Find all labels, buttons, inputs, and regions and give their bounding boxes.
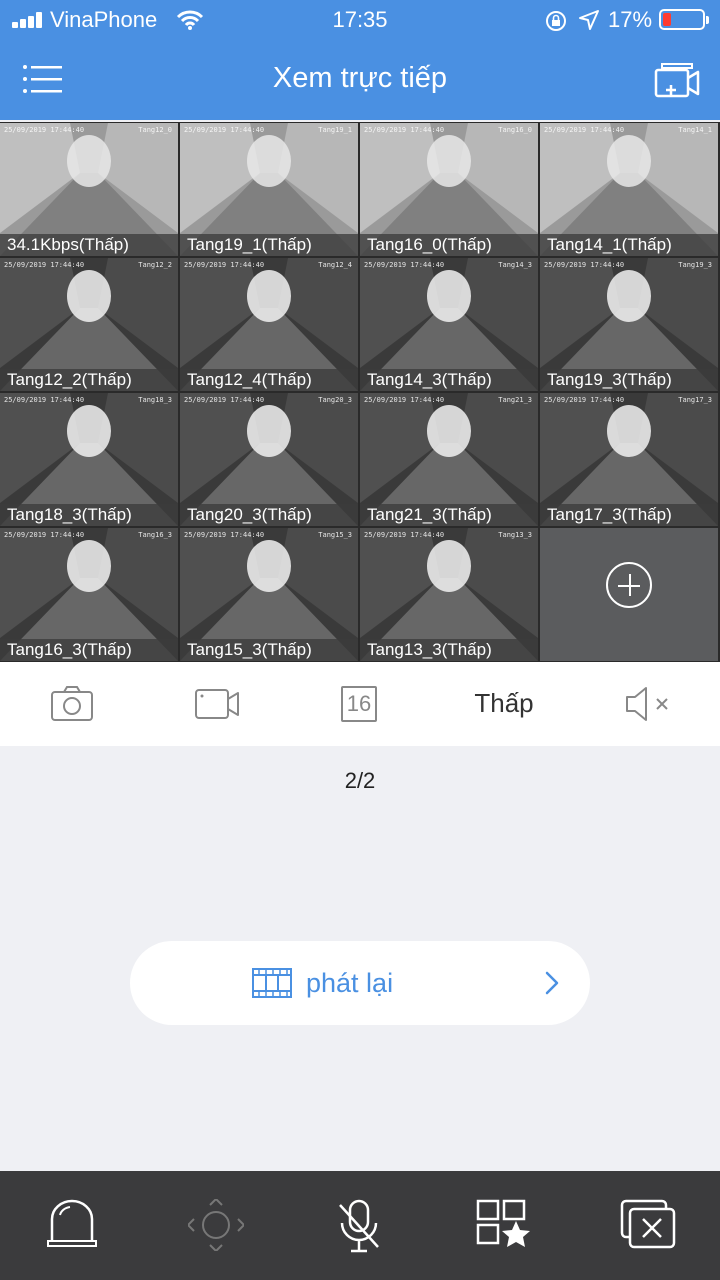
camera-timestamp: 25/09/2019 17:44:40 bbox=[4, 396, 85, 404]
live-toolbar: 16 Thấp bbox=[0, 662, 720, 746]
battery-percent: 17% bbox=[608, 7, 653, 32]
camera-osd-name: Tang14_3 bbox=[498, 261, 532, 269]
camera-osd-name: Tang12_4 bbox=[318, 261, 352, 269]
add-camera-icon[interactable] bbox=[652, 62, 702, 100]
camera-tile[interactable]: 25/09/2019 17:44:40 Tang20_3 Tang20_3(Thấp… bbox=[180, 393, 358, 526]
camera-label: Tang17_3(Thấp) bbox=[540, 504, 718, 526]
camera-timestamp: 25/09/2019 17:44:40 bbox=[184, 396, 265, 404]
status-bar: VinaPhone 17:35 17% bbox=[0, 0, 720, 40]
camera-osd-name: Tang13_3 bbox=[498, 531, 532, 539]
chevron-right-icon bbox=[545, 971, 559, 995]
favorites-icon[interactable] bbox=[476, 1199, 532, 1249]
camera-tile[interactable]: 25/09/2019 17:44:40 Tang16_3 Tang16_3(Thấp… bbox=[0, 528, 178, 661]
camera-timestamp: 25/09/2019 17:44:40 bbox=[184, 126, 265, 134]
camera-osd-name: Tang12_0 bbox=[138, 126, 172, 134]
battery-icon bbox=[659, 9, 709, 30]
camera-label: Tang21_3(Thấp) bbox=[360, 504, 538, 526]
camera-label: Tang14_3(Thấp) bbox=[360, 369, 538, 391]
camera-tile[interactable]: 25/09/2019 17:44:40 Tang18_3 Tang18_3(Thấp… bbox=[0, 393, 178, 526]
camera-label: Tang14_1(Thấp) bbox=[540, 234, 718, 256]
mic-off-icon[interactable] bbox=[336, 1199, 382, 1255]
bottom-control-bar bbox=[0, 1171, 720, 1280]
playback-button[interactable]: phát lại bbox=[130, 941, 590, 1025]
header-bar: VinaPhone 17:35 17% Xem trực tiếp bbox=[0, 0, 720, 120]
camera-label: 34.1Kbps(Thấp) bbox=[0, 234, 178, 256]
ptz-icon[interactable] bbox=[188, 1199, 244, 1251]
quality-toggle[interactable]: Thấp bbox=[452, 688, 556, 719]
camera-osd-name: Tang16_0 bbox=[498, 126, 532, 134]
camera-timestamp: 25/09/2019 17:44:40 bbox=[364, 261, 445, 269]
add-icon bbox=[606, 562, 652, 608]
camera-timestamp: 25/09/2019 17:44:40 bbox=[544, 396, 625, 404]
camera-osd-name: Tang21_3 bbox=[498, 396, 532, 404]
alarm-icon[interactable] bbox=[46, 1199, 98, 1249]
camera-tile[interactable]: 25/09/2019 17:44:40 Tang17_3 Tang17_3(Thấp… bbox=[540, 393, 718, 526]
camera-label: Tang12_2(Thấp) bbox=[0, 369, 178, 391]
camera-osd-name: Tang15_3 bbox=[318, 531, 352, 539]
add-camera-tile[interactable] bbox=[540, 528, 718, 661]
camera-tile[interactable]: 25/09/2019 17:44:40 Tang19_3 Tang19_3(Thấp… bbox=[540, 258, 718, 391]
camera-osd-name: Tang18_3 bbox=[138, 396, 172, 404]
close-all-icon[interactable] bbox=[620, 1199, 676, 1249]
camera-osd-name: Tang19_1 bbox=[318, 126, 352, 134]
camera-label: Tang16_3(Thấp) bbox=[0, 639, 178, 661]
camera-timestamp: 25/09/2019 17:44:40 bbox=[184, 531, 265, 539]
camera-osd-name: Tang16_3 bbox=[138, 531, 172, 539]
camera-osd-name: Tang14_1 bbox=[678, 126, 712, 134]
camera-tile[interactable]: 25/09/2019 17:44:40 Tang21_3 Tang21_3(Thấp… bbox=[360, 393, 538, 526]
camera-label: Tang19_3(Thấp) bbox=[540, 369, 718, 391]
camera-tile[interactable]: 25/09/2019 17:44:40 Tang13_3 Tang13_3(Thấp… bbox=[360, 528, 538, 661]
camera-timestamp: 25/09/2019 17:44:40 bbox=[544, 261, 625, 269]
camera-label: Tang12_4(Thấp) bbox=[180, 369, 358, 391]
camera-label: Tang15_3(Thấp) bbox=[180, 639, 358, 661]
rotation-lock-icon bbox=[546, 11, 566, 31]
camera-osd-name: Tang17_3 bbox=[678, 396, 712, 404]
camera-tile[interactable]: 25/09/2019 17:44:40 Tang14_1 Tang14_1(Thấp… bbox=[540, 123, 718, 256]
camera-osd-name: Tang19_3 bbox=[678, 261, 712, 269]
camera-timestamp: 25/09/2019 17:44:40 bbox=[4, 261, 85, 269]
page-title: Xem trực tiếp bbox=[272, 62, 448, 94]
camera-tile[interactable]: 25/09/2019 17:44:40 Tang12_4 Tang12_4(Thấp… bbox=[180, 258, 358, 391]
camera-tile[interactable]: 25/09/2019 17:44:40 Tang12_2 Tang12_2(Thấp… bbox=[0, 258, 178, 391]
camera-timestamp: 25/09/2019 17:44:40 bbox=[4, 531, 85, 539]
camera-timestamp: 25/09/2019 17:44:40 bbox=[544, 126, 625, 134]
page-indicator: 2/2 bbox=[344, 768, 376, 793]
camera-timestamp: 25/09/2019 17:44:40 bbox=[4, 126, 85, 134]
camera-timestamp: 25/09/2019 17:44:40 bbox=[364, 396, 445, 404]
mute-icon[interactable] bbox=[624, 684, 672, 724]
camera-osd-name: Tang12_2 bbox=[138, 261, 172, 269]
camera-label: Tang20_3(Thấp) bbox=[180, 504, 358, 526]
split-count: 16 bbox=[346, 691, 372, 716]
location-icon bbox=[579, 10, 599, 30]
playback-label: phát lại bbox=[306, 968, 394, 998]
camera-timestamp: 25/09/2019 17:44:40 bbox=[364, 531, 445, 539]
camera-tile[interactable]: 25/09/2019 17:44:40 Tang14_3 Tang14_3(Thấp… bbox=[360, 258, 538, 391]
camera-tile[interactable]: 25/09/2019 17:44:40 Tang19_1 Tang19_1(Thấp… bbox=[180, 123, 358, 256]
video-record-icon[interactable] bbox=[194, 684, 240, 724]
camera-tile[interactable]: 25/09/2019 17:44:40 Tang12_0 34.1Kbps(Thấp… bbox=[0, 123, 178, 256]
camera-osd-name: Tang20_3 bbox=[318, 396, 352, 404]
camera-label: Tang19_1(Thấp) bbox=[180, 234, 358, 256]
film-strip-icon bbox=[252, 968, 292, 998]
camera-icon[interactable] bbox=[50, 684, 94, 724]
camera-label: Tang13_3(Thấp) bbox=[360, 639, 538, 661]
split-16-icon[interactable]: 16 bbox=[341, 686, 377, 722]
camera-tile[interactable]: 25/09/2019 17:44:40 Tang16_0 Tang16_0(Thấp… bbox=[360, 123, 538, 256]
camera-tile[interactable]: 25/09/2019 17:44:40 Tang15_3 Tang15_3(Thấp… bbox=[180, 528, 358, 661]
camera-grid: 25/09/2019 17:44:40 Tang12_0 34.1Kbps(Thấp… bbox=[0, 122, 720, 662]
camera-timestamp: 25/09/2019 17:44:40 bbox=[364, 126, 445, 134]
camera-label: Tang18_3(Thấp) bbox=[0, 504, 178, 526]
camera-label: Tang16_0(Thấp) bbox=[360, 234, 538, 256]
camera-timestamp: 25/09/2019 17:44:40 bbox=[184, 261, 265, 269]
